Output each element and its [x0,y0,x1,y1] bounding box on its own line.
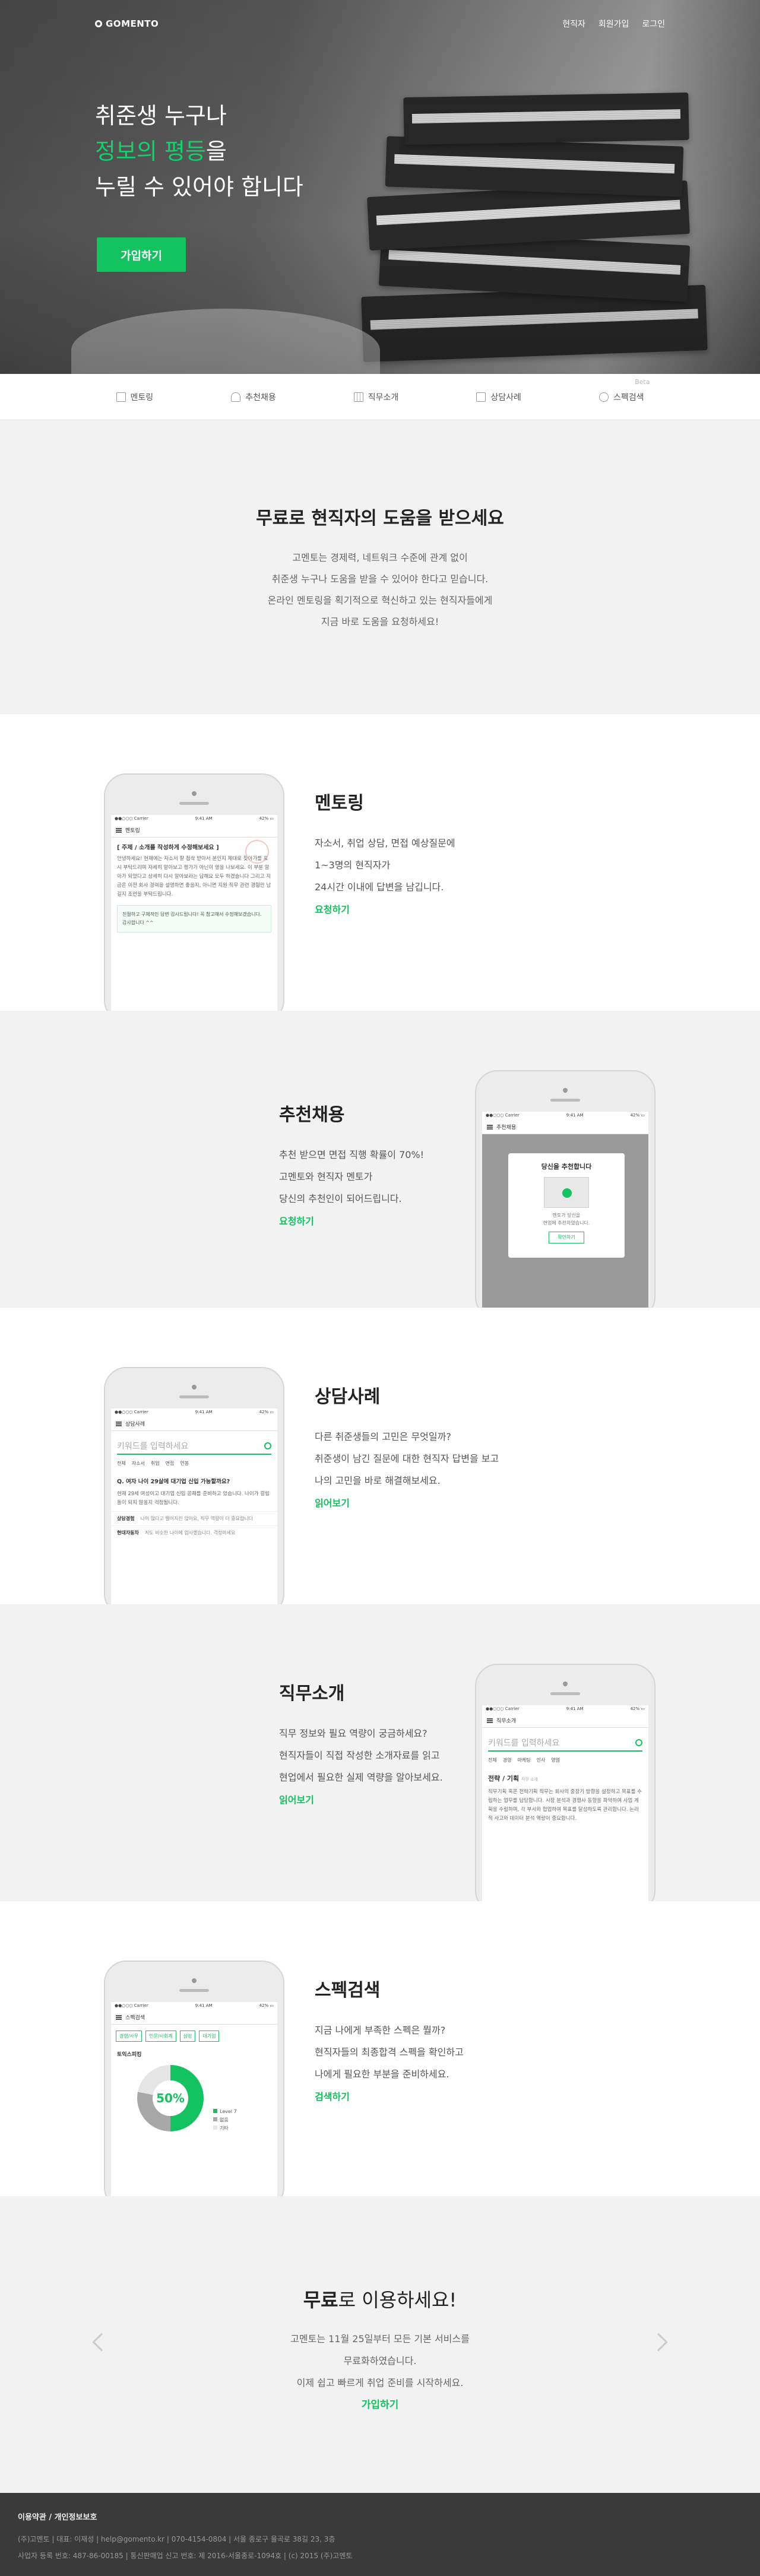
category-chips: 전체 경영 마케팅 인사 영업 [488,1757,560,1763]
table-row: 상담경험 나이 많다고 떨어지진 않아요, 직무 역량이 더 중요합니다 [111,1511,277,1525]
tab-mentoring[interactable]: 멘토링 [116,391,153,403]
hero-banner: GOMENTO 현직자 회원가입 로그인 취준생 누구나 정보의 평등을 누릴 … [0,0,760,374]
menu-icon [116,827,122,833]
section-title: 상담사례 [315,1387,381,1407]
phone-mockup: ●●○○○ Carrier 9:41 AM 42% ▭ 멘토링 [ 주제 / 소개를… [104,773,284,1011]
search-input[interactable]: 키워드를 입력하세요 [117,1438,271,1455]
tab-recommend[interactable]: 추천채용 [231,391,276,403]
free-section: 무료로 이용하세요! 고멘토는 11월 25일부터 모든 기본 서비스를 무료화하… [0,2196,760,2493]
phone-mockup: ●●○○○ Carrier 9:41 AM 42% ▭ 직무소개 키워드를 입력하세… [475,1664,656,1901]
menu-icon [487,1718,493,1723]
section-cases: ●●○○○ Carrier 9:41 AM 42% ▭ 상담사례 키워드를 입력하세… [0,1308,760,1604]
read-link[interactable]: 읽어보기 [279,1792,443,1806]
beta-badge: Beta [635,377,650,386]
donut-chart: 50% [137,2065,204,2131]
filter-tags: 경영/사무 인문/사회계 삼성 대기업 [111,2025,277,2048]
phone-screen: ●●○○○ Carrier 9:41 AM 42% ▭ 직무소개 키워드를 입력하세… [482,1705,648,1901]
phone-screen: ●●○○○ Carrier 9:41 AM 42% ▭ 멘토링 [ 주제 / 소개를… [111,815,277,1011]
logo-circle-icon [95,20,102,27]
confirm-button[interactable]: 확인하기 [549,1232,584,1243]
menu-icon [116,1421,122,1426]
request-link[interactable]: 요청하기 [315,902,455,916]
section-spec-search: ●●○○○ Carrier 9:41 AM 42% ▭ 스펙검색 경영/사무 인문/… [0,1901,760,2196]
check-icon [562,1188,572,1198]
search-icon [264,1442,271,1449]
free-title: 무료로 이용하세요! [303,2289,457,2311]
phone-screen: ●●○○○ Carrier 9:41 AM 42% ▭ 스펙검색 경영/사무 인문/… [111,2002,277,2196]
search-input[interactable]: 키워드를 입력하세요 [488,1735,642,1752]
answer-note: 친절하고 구체적인 답변 감사드립니다! 꼭 참고해서 수정해보겠습니다. 감사… [117,905,271,932]
nav-login-link[interactable]: 로그인 [642,18,665,30]
hero-join-button[interactable]: 가입하기 [97,237,186,272]
read-link[interactable]: 읽어보기 [315,1495,499,1509]
search-icon [635,1739,642,1746]
chat-icon [116,392,126,402]
search-link[interactable]: 검색하기 [315,2089,464,2103]
tab-spec-search[interactable]: 스펙검색 Beta [598,378,650,403]
section-title: 스펙검색 [315,1980,381,2001]
thumbs-up-icon [231,392,241,402]
chart-legend: Level 7 없음 기타 [213,2108,237,2133]
job-title: 전략 / 기획 [488,1775,520,1782]
footer: 이용약관 / 개인정보보호 (주)고멘토 | 대표: 이재성 | help@go… [0,2493,760,2576]
camera-icon [192,791,197,796]
section-title: 멘토링 [315,793,364,814]
category-chips: 전체 자소서 취업 면접 연봉 [117,1461,189,1466]
hero-headline: 취준생 누구나 정보의 평등을 누릴 수 있어야 합니다 [95,103,303,200]
recommend-modal: 당신을 추천합니다 멘토가 당신을 현업에 추천하였습니다. 확인하기 [508,1153,625,1258]
tab-job-intro[interactable]: 직무소개 [353,391,398,403]
footer-links[interactable]: 이용약관 / 개인정보보호 [18,2510,742,2526]
free-join-link[interactable]: 가입하기 [0,2396,760,2411]
case-question[interactable]: Q. 여자 나이 29살에 대기업 신입 가능할까요? [111,1468,277,1486]
menu-icon [487,1124,493,1130]
nav-mentor-link[interactable]: 현직자 [562,18,585,30]
question-title: [ 주제 / 소개를 작성하게 수정해보세요 ] [117,845,219,851]
grid-icon [353,392,363,402]
intro-section: 무료로 현직자의 도움을 받으세요 고멘토는 경제력, 네트워크 수준에 관계 … [0,420,760,714]
table-row: 현대자동차 저도 비슷한 나이에 입사했습니다. 걱정마세요 [111,1525,277,1540]
edit-icon [476,392,486,402]
phone-mockup: ●●○○○ Carrier 9:41 AM 42% ▭ 상담사례 키워드를 입력하세… [104,1367,284,1604]
section-job-intro: 직무소개 직무 정보와 필요 역량이 궁금하세요? 현직자들이 직접 작성한 소개… [0,1604,760,1901]
section-recommend: 추천채용 추천 받으면 면접 직행 확률이 70%! 고멘토와 현직자 멘토가 당신… [0,1011,760,1308]
feature-tabs: 멘토링 추천채용 직무소개 상담사례 스펙검색 Beta [0,374,760,420]
menu-icon [116,2015,122,2020]
tab-cases[interactable]: 상담사례 [476,391,521,403]
section-title: 추천채용 [279,1105,345,1125]
intro-text: 고멘토는 경제력, 네트워크 수준에 관계 없이 취준생 누구나 도움을 받을 … [267,552,493,627]
site-logo[interactable]: GOMENTO [95,18,159,29]
phone-screen: ●●○○○ Carrier 9:41 AM 42% ▭ 추천채용 당신을 추천합니다… [482,1112,648,1308]
phone-mockup: ●●○○○ Carrier 9:41 AM 42% ▭ 추천채용 당신을 추천합니다… [475,1070,656,1308]
top-nav: 현직자 회원가입 로그인 [562,18,665,30]
intro-title: 무료로 현직자의 도움을 받으세요 [256,508,504,529]
section-mentoring: ●●○○○ Carrier 9:41 AM 42% ▭ 멘토링 [ 주제 / 소개를… [0,714,760,1011]
request-link[interactable]: 요청하기 [279,1213,424,1227]
section-title: 직무소개 [279,1683,345,1704]
stamp-icon [245,840,269,864]
phone-screen: ●●○○○ Carrier 9:41 AM 42% ▭ 상담사례 키워드를 입력하세… [111,1408,277,1604]
nav-signup-link[interactable]: 회원가입 [598,18,629,30]
search-icon [598,392,609,402]
phone-mockup: ●●○○○ Carrier 9:41 AM 42% ▭ 스펙검색 경영/사무 인문/… [104,1960,284,2196]
envelope-icon [544,1177,589,1208]
